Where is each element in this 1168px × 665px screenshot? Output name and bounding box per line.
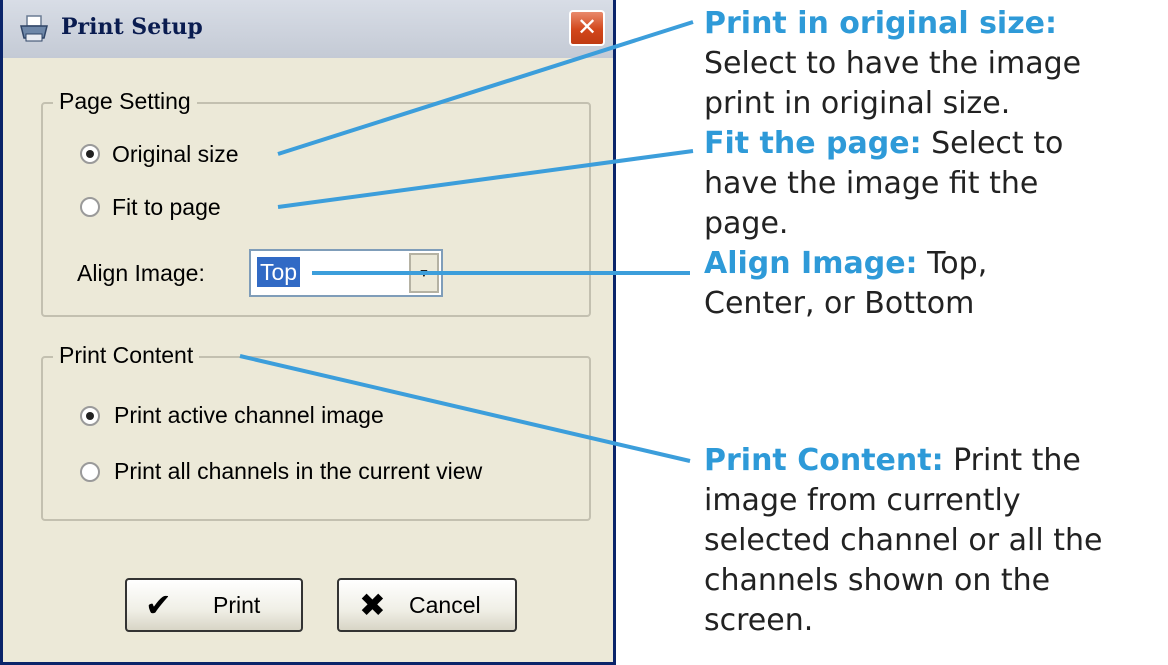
callout-line-fit-to-page [277, 149, 694, 209]
annotation-print-content: Print Content: Print the image from curr… [704, 443, 1103, 638]
callout-line-print-content [239, 354, 691, 463]
callout-line-original-size [277, 20, 694, 156]
annotation-original-size: Print in original size: Select to have t… [704, 6, 1082, 321]
